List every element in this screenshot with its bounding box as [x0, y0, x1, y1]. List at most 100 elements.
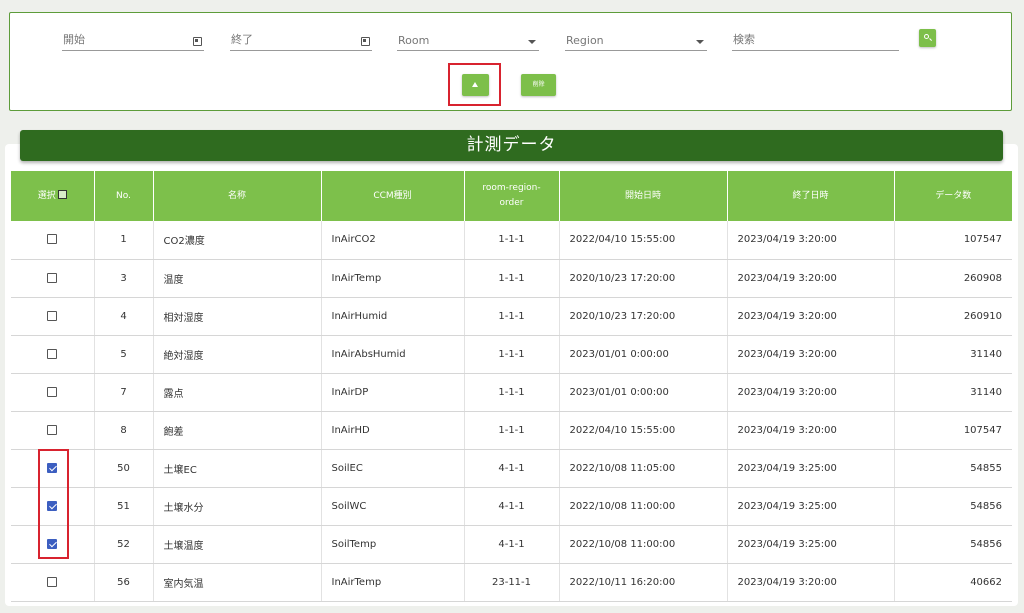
row-ccm-type: InAirHD	[321, 411, 465, 450]
header-room-region-order: room-region-order	[464, 171, 560, 221]
row-ccm-type: SoilEC	[321, 449, 465, 488]
calendar-icon[interactable]	[193, 37, 202, 46]
row-ccm-type: InAirCO2	[321, 221, 465, 260]
row-checkbox[interactable]	[47, 272, 58, 283]
row-no: 51	[94, 487, 154, 526]
header-start-datetime: 開始日時	[559, 171, 728, 221]
table-row: 4 相対湿度 InAirHumid 1-1-1 2020/10/23 17:20:00 2…	[11, 297, 1012, 336]
row-data-count: 31140	[894, 335, 1012, 374]
row-select-cell	[11, 373, 95, 412]
table-row: 52 土壌温度 SoilTemp 4-1-1 2022/10/08 11:00:00 20…	[11, 525, 1012, 564]
checked-rows-highlight	[38, 449, 69, 559]
row-select-cell	[11, 297, 95, 336]
row-end-datetime: 2023/04/19 3:20:00	[727, 297, 895, 336]
upload-button[interactable]	[462, 74, 489, 96]
row-no: 50	[94, 449, 154, 488]
row-room-region-order: 4-1-1	[464, 449, 560, 488]
row-no: 3	[94, 259, 154, 298]
row-room-region-order: 23-11-1	[464, 563, 560, 602]
row-select-cell	[11, 335, 95, 374]
row-start-datetime: 2022/10/08 11:00:00	[559, 525, 728, 564]
row-data-count: 54855	[894, 449, 1012, 488]
row-ccm-type: InAirTemp	[321, 259, 465, 298]
row-name: 土壌温度	[153, 525, 322, 564]
row-name: 土壌水分	[153, 487, 322, 526]
calendar-icon[interactable]	[361, 37, 370, 46]
row-start-datetime: 2023/01/01 0:00:00	[559, 373, 728, 412]
row-data-count: 31140	[894, 373, 1012, 412]
table-row: 50 土壌EC SoilEC 4-1-1 2022/10/08 11:05:00 2023…	[11, 449, 1012, 488]
row-data-count: 260908	[894, 259, 1012, 298]
row-no: 52	[94, 525, 154, 564]
start-date-label: 開始	[63, 33, 85, 46]
row-room-region-order: 1-1-1	[464, 335, 560, 374]
row-ccm-type: SoilWC	[321, 487, 465, 526]
row-name: 土壌EC	[153, 449, 322, 488]
row-start-datetime: 2022/10/08 11:00:00	[559, 487, 728, 526]
row-select-cell	[11, 411, 95, 450]
row-start-datetime: 2022/10/11 16:20:00	[559, 563, 728, 602]
end-date-field[interactable]: 終了	[230, 33, 372, 51]
row-no: 8	[94, 411, 154, 450]
chevron-down-icon	[528, 40, 536, 44]
row-name: 絶対湿度	[153, 335, 322, 374]
search-button[interactable]	[919, 29, 936, 47]
table-row: 5 絶対湿度 InAirAbsHumid 1-1-1 2023/01/01 0:00:0…	[11, 335, 1012, 374]
row-checkbox[interactable]	[47, 576, 58, 587]
row-data-count: 260910	[894, 297, 1012, 336]
row-name: 室内気温	[153, 563, 322, 602]
row-name: 相対湿度	[153, 297, 322, 336]
row-name: 露点	[153, 373, 322, 412]
row-no: 4	[94, 297, 154, 336]
measurement-table: 選択 No. 名称 CCM種別 room-region-order 開始日時 終…	[11, 171, 1012, 602]
row-start-datetime: 2022/04/10 15:55:00	[559, 221, 728, 260]
row-start-datetime: 2023/01/01 0:00:00	[559, 335, 728, 374]
header-select-label: 選択	[37, 190, 56, 201]
row-checkbox[interactable]	[47, 310, 58, 321]
header-ccm-type: CCM種別	[321, 171, 465, 221]
row-name: 飽差	[153, 411, 322, 450]
row-end-datetime: 2023/04/19 3:20:00	[727, 373, 895, 412]
room-select[interactable]: Room	[397, 33, 539, 51]
region-select[interactable]: Region	[565, 33, 707, 51]
row-end-datetime: 2023/04/19 3:20:00	[727, 563, 895, 602]
row-room-region-order: 1-1-1	[464, 297, 560, 336]
region-select-label: Region	[566, 34, 604, 47]
row-name: CO2濃度	[153, 221, 322, 260]
row-checkbox[interactable]	[47, 348, 58, 359]
row-no: 7	[94, 373, 154, 412]
row-select-cell	[11, 221, 95, 260]
table-row: 3 温度 InAirTemp 1-1-1 2020/10/23 17:20:00 2023…	[11, 259, 1012, 298]
header-no: No.	[94, 171, 154, 221]
filter-panel: 開始 終了 Room Region 検索 削除	[9, 12, 1012, 111]
row-checkbox[interactable]	[47, 424, 58, 435]
row-data-count: 54856	[894, 487, 1012, 526]
row-data-count: 40662	[894, 563, 1012, 602]
header-name: 名称	[153, 171, 322, 221]
table-row: 1 CO2濃度 InAirCO2 1-1-1 2022/04/10 15:55:00 20…	[11, 221, 1012, 260]
row-checkbox[interactable]	[47, 386, 58, 397]
table-row: 56 室内気温 InAirTemp 23-11-1 2022/10/11 16:20:0…	[11, 563, 1012, 602]
table-row: 7 露点 InAirDP 1-1-1 2023/01/01 0:00:00 2023/04…	[11, 373, 1012, 412]
row-ccm-type: InAirTemp	[321, 563, 465, 602]
row-data-count: 107547	[894, 221, 1012, 260]
row-checkbox[interactable]	[47, 234, 58, 245]
row-room-region-order: 1-1-1	[464, 411, 560, 450]
select-all-checkbox[interactable]	[57, 189, 67, 199]
row-ccm-type: InAirAbsHumid	[321, 335, 465, 374]
start-date-field[interactable]: 開始	[62, 33, 204, 51]
row-room-region-order: 1-1-1	[464, 373, 560, 412]
row-data-count: 107547	[894, 411, 1012, 450]
row-start-datetime: 2020/10/23 17:20:00	[559, 259, 728, 298]
row-room-region-order: 1-1-1	[464, 259, 560, 298]
row-ccm-type: InAirDP	[321, 373, 465, 412]
header-data-count: データ数	[894, 171, 1012, 221]
row-select-cell	[11, 563, 95, 602]
upload-icon	[472, 82, 478, 87]
panel-title: 計測データ	[20, 130, 1003, 161]
search-input[interactable]: 検索	[732, 33, 899, 51]
row-room-region-order: 4-1-1	[464, 525, 560, 564]
header-end-datetime: 終了日時	[727, 171, 895, 221]
delete-button[interactable]: 削除	[521, 74, 556, 96]
table-row: 8 飽差 InAirHD 1-1-1 2022/04/10 15:55:00 2023/0…	[11, 411, 1012, 450]
